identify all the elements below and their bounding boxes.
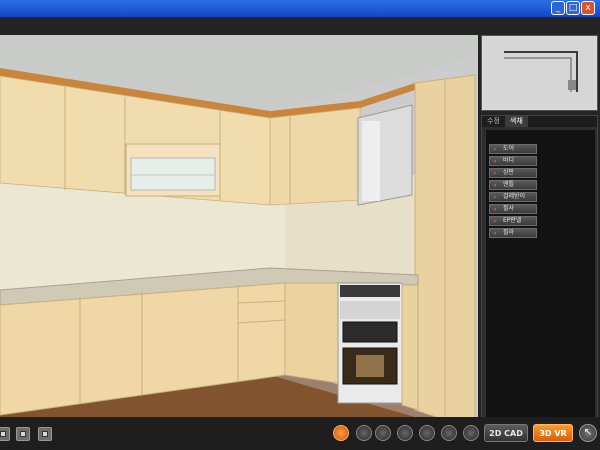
bullet-icon: »	[493, 206, 497, 213]
view-front-icon[interactable]	[0, 427, 10, 441]
category-label: EP판넬	[503, 217, 522, 224]
bullet-icon: »	[493, 230, 497, 237]
view-side-icon[interactable]	[16, 427, 30, 441]
category-label: 걸레받이	[503, 193, 526, 200]
category-baseboard[interactable]: » 걸레받이	[489, 192, 537, 202]
maximize-button[interactable]: □	[566, 1, 580, 15]
panel-tabs: 수정 색채	[482, 116, 597, 127]
category-entl[interactable]: » 엔틀	[489, 180, 537, 190]
rotate-tool-icon[interactable]	[356, 425, 372, 441]
view-perspective-icon[interactable]	[38, 427, 52, 441]
material-panel: 수정 색채 » 도어 » 바디 » 상판 » 엔틀 » 걸레받이 » 필사 » EP판넬 » 필…	[481, 115, 598, 435]
pointer-cursor-icon[interactable]: ↖	[579, 424, 597, 442]
application-window: 수정 색채 » 도어 » 바디 » 상판 » 엔틀 » 걸레받이 » 필사 » EP판넬 » 필…	[0, 17, 600, 450]
tab-color[interactable]: 색채	[504, 116, 528, 127]
category-door[interactable]: » 도어	[489, 144, 537, 154]
category-pillar[interactable]: » 필라	[489, 228, 537, 238]
kitchen-render	[0, 35, 478, 433]
bullet-icon: »	[493, 146, 497, 153]
move-tool-icon[interactable]	[375, 425, 391, 441]
bottom-toolbar: 2D CAD 3D VR ↖	[0, 417, 600, 450]
category-pilsa[interactable]: » 필사	[489, 204, 537, 214]
category-label: 도어	[503, 145, 515, 152]
camera-tool-icon[interactable]	[333, 425, 349, 441]
2d-cad-button[interactable]: 2D CAD	[484, 424, 528, 442]
category-label: 필라	[503, 229, 515, 236]
save-tool-icon[interactable]	[419, 425, 435, 441]
category-label: 바디	[503, 157, 515, 164]
bullet-icon: »	[493, 194, 497, 201]
camera-snapshot-icon[interactable]	[441, 425, 457, 441]
print-tool-icon[interactable]	[463, 425, 479, 441]
window-titlebar: _ □ x	[0, 0, 600, 17]
material-category-list: » 도어 » 바디 » 상판 » 엔틀 » 걸레받이 » 필사 » EP판넬 » 필라	[486, 130, 595, 433]
3d-kitchen-viewport[interactable]	[0, 35, 478, 433]
bullet-icon: »	[493, 182, 497, 189]
category-countertop[interactable]: » 상판	[489, 168, 537, 178]
floorplan-minimap[interactable]	[481, 35, 598, 111]
category-label: 엔틀	[503, 181, 515, 188]
measure-tool-icon[interactable]	[397, 425, 413, 441]
close-button[interactable]: x	[581, 1, 595, 15]
category-label: 상판	[503, 169, 515, 176]
minimap-plan	[484, 38, 595, 108]
bullet-icon: »	[493, 158, 497, 165]
bullet-icon: »	[493, 218, 497, 225]
category-body[interactable]: » 바디	[489, 156, 537, 166]
tab-edit[interactable]: 수정	[482, 116, 505, 127]
category-ep-panel[interactable]: » EP판넬	[489, 216, 537, 226]
minimize-button[interactable]: _	[551, 1, 565, 15]
bullet-icon: »	[493, 170, 497, 177]
category-label: 필사	[503, 205, 515, 212]
3d-vr-button[interactable]: 3D VR	[533, 424, 573, 442]
